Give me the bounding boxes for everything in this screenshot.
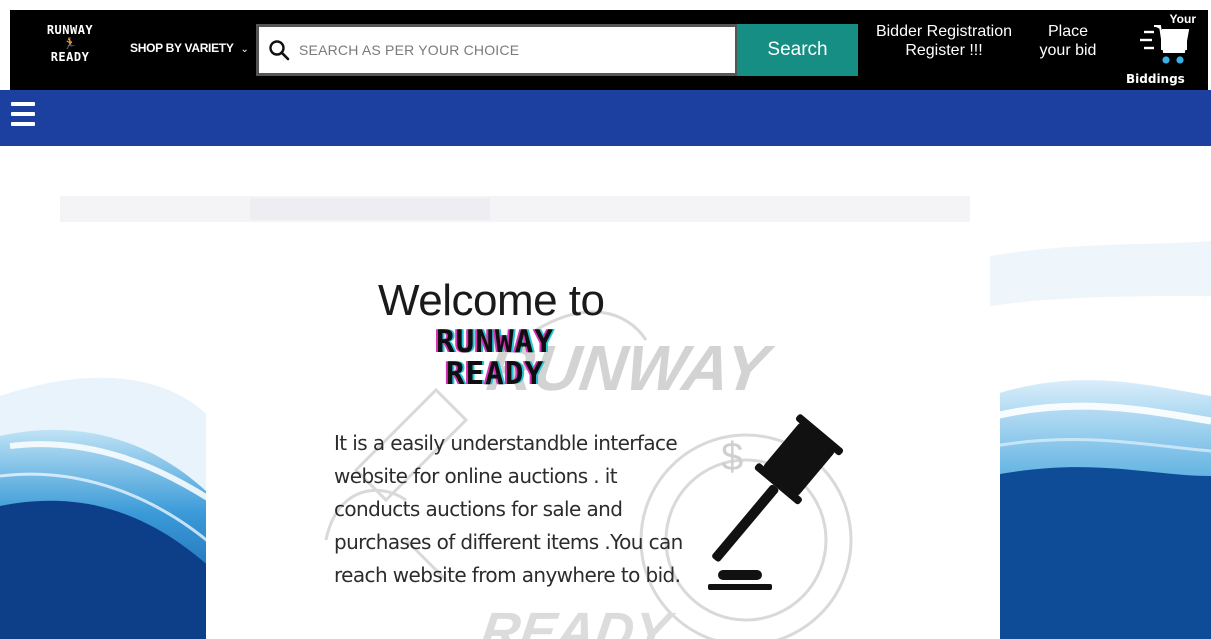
- shop-by-variety-label: SHOP BY VARIETY: [130, 41, 234, 55]
- brand-line-1: RUNWAY: [436, 324, 554, 360]
- runner-icon: 🏃: [63, 37, 77, 50]
- hero-section: RUNWAY READY $ Welcome to RUNWAY READY I…: [0, 146, 1211, 639]
- logo-line-1: RUNWAY: [46, 23, 94, 37]
- welcome-heading: Welcome to: [378, 276, 605, 325]
- your-biddings-cart[interactable]: Your Biddings: [1120, 12, 1208, 88]
- place-your-bid-link[interactable]: Place your bid: [1032, 22, 1104, 60]
- nav-bar: [0, 90, 1211, 146]
- site-logo[interactable]: RUNWAY 🏃 READY: [38, 24, 102, 80]
- registration-line-1: Bidder Registration: [875, 23, 1013, 40]
- search-button[interactable]: Search: [737, 24, 858, 76]
- hamburger-menu-icon[interactable]: [11, 99, 35, 129]
- hero-description: It is a easily understandble interface w…: [334, 431, 683, 587]
- cart-bottom-label: Biddings: [1126, 72, 1185, 86]
- search-input[interactable]: [299, 27, 735, 73]
- chevron-down-icon: ⌄: [240, 43, 249, 55]
- place-bid-line-1: Place: [1047, 23, 1089, 40]
- gavel-icon: [708, 414, 844, 590]
- top-header: RUNWAY 🏃 READY SHOP BY VARIETY ⌄ Search …: [10, 10, 1208, 90]
- registration-line-2: Register !!!: [905, 42, 983, 59]
- shop-by-variety-menu[interactable]: SHOP BY VARIETY ⌄: [130, 41, 249, 55]
- place-bid-line-2: your bid: [1039, 42, 1097, 59]
- brand-line-2: READY: [445, 356, 545, 392]
- brand-logo-text: RUNWAY READY: [400, 326, 590, 390]
- watermark-line-2: READY: [477, 602, 679, 639]
- bidder-registration-link[interactable]: Bidder Registration Register !!!: [868, 22, 1020, 60]
- cart-icon: [1140, 25, 1190, 64]
- search-box: [256, 24, 738, 76]
- logo-line-2: READY: [50, 50, 90, 64]
- search-icon: [259, 39, 299, 61]
